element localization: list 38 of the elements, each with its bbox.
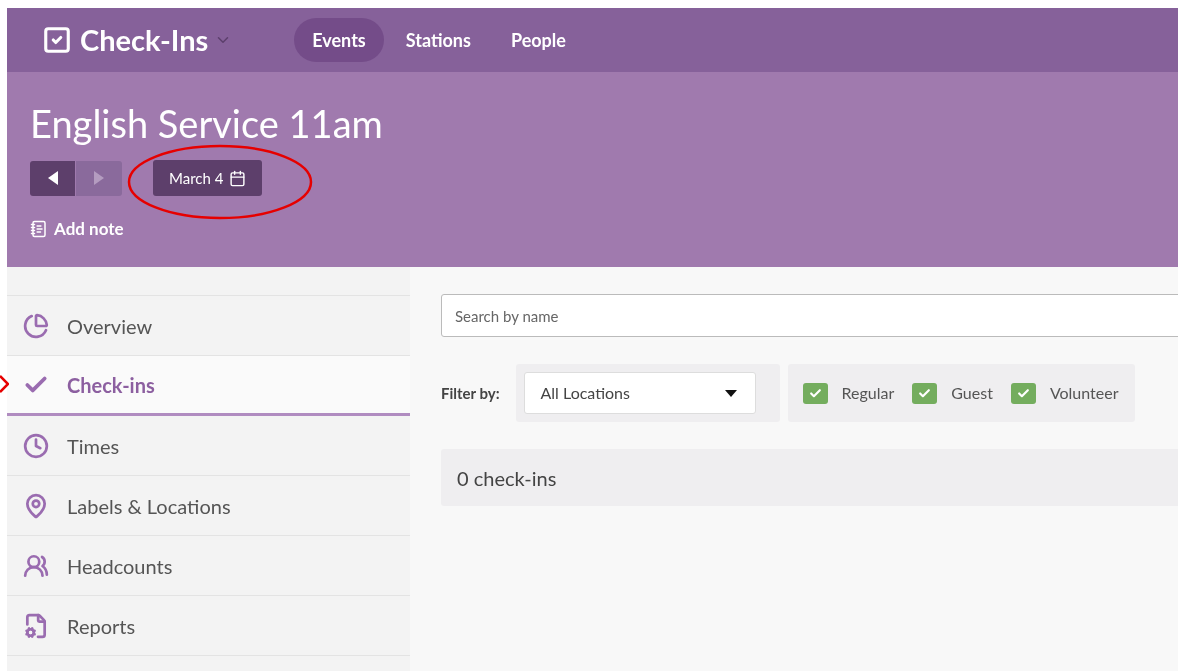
filter-label: Filter by: (441, 382, 500, 404)
check-in-count: 0 check-ins (457, 464, 557, 492)
calendar-icon (229, 169, 247, 187)
sidebar-item-icon (23, 432, 49, 459)
checkbox[interactable] (802, 382, 828, 404)
nav-tab[interactable]: Stations (387, 18, 489, 62)
checkbox[interactable] (1010, 382, 1036, 404)
annotation-arrowhead (0, 375, 9, 393)
sidebar-item-icon (23, 312, 49, 339)
app-logo-icon (42, 25, 72, 55)
date-button[interactable]: March 4 (153, 160, 263, 196)
event-title: English Service 11am (30, 99, 384, 148)
location-select[interactable]: All Locations (523, 372, 756, 414)
nav-tab[interactable]: People (492, 18, 584, 62)
sidebar-item[interactable]: Reports (7, 596, 410, 656)
sidebar-item[interactable]: Check-ins (7, 356, 410, 416)
checkbox-label: Guest (951, 382, 993, 404)
check-icon (918, 386, 932, 400)
search-field[interactable]: Search by name (441, 294, 1178, 337)
checkbox-label: Volunteer (1049, 382, 1119, 404)
sidebar-item[interactable]: Labels & Locations (7, 476, 410, 536)
nav-tab[interactable]: Events (294, 18, 384, 62)
sidebar-item-icon (23, 552, 49, 579)
previous-button[interactable] (30, 160, 75, 196)
left-triangle-icon (47, 171, 58, 185)
checkbox-label: Regular (841, 382, 895, 404)
app-title[interactable]: Check-Ins (80, 18, 209, 62)
check-icon (808, 386, 822, 400)
checkbox[interactable] (912, 382, 938, 404)
sidebar-item[interactable]: Headcounts (7, 536, 410, 596)
sidebar-item-icon (23, 612, 49, 639)
caret-down-icon (724, 389, 737, 397)
sidebar-item[interactable]: Times (7, 416, 410, 476)
right-triangle-icon (94, 171, 104, 185)
sidebar-item-icon (23, 492, 49, 519)
note-icon (30, 219, 48, 238)
add-note-button[interactable]: Add note (30, 216, 124, 242)
check-icon (1016, 386, 1030, 400)
